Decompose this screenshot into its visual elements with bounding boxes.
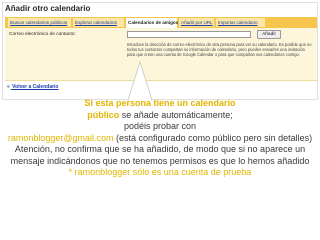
callout-note: * ramonblogger sólo es una cuenta de pru… [68, 167, 252, 177]
tab-browse-calendars[interactable]: Explorar calendarios [73, 18, 125, 27]
callout-line3: (está configurado como público pero sin … [113, 132, 313, 143]
info-text: Introduce la dirección de correo electró… [127, 42, 312, 57]
tab-bar: Buscar calendarios públicos Explorar cal… [5, 17, 317, 28]
add-calendar-panel: Añadir otro calendario Buscar calendario… [2, 2, 318, 100]
callout-warning: Atención, no confirma que se ha añadido,… [10, 144, 310, 166]
tab-import-calendar[interactable]: Importar calendario [216, 18, 266, 27]
callout: Si esta persona tiene un calendario públ… [6, 98, 314, 238]
tab-friends-calendars[interactable]: Calendarios de amigos [126, 18, 178, 28]
callout-line2: podéis probar con [123, 121, 197, 131]
back-to-calendar-link[interactable]: « Volver a Calendario [7, 84, 59, 90]
callout-intro: Si esta persona tiene un calendario públ… [6, 98, 314, 144]
callout-public-word: público [87, 109, 120, 120]
add-button[interactable]: Añadir [257, 30, 281, 39]
friends-calendar-content: Correo electrónico de contacto: Añadir I… [5, 28, 317, 81]
back-link-label: Volver a Calendario [12, 84, 59, 90]
tab-public-calendars[interactable]: Buscar calendarios públicos [8, 18, 72, 27]
tab-add-by-url[interactable]: Añadir por URL [179, 18, 215, 27]
back-arrow-icon: « [7, 84, 10, 90]
callout-line1-c: se añade automáticamente; [119, 109, 233, 120]
email-field-label: Correo electrónico de contacto: [9, 32, 76, 37]
email-field[interactable] [127, 31, 251, 38]
panel-title: Añadir otro calendario [5, 4, 91, 13]
callout-email: ramonblogger@gmail.com [7, 132, 114, 143]
callout-line1-a: Si esta persona tiene un calendario [84, 98, 236, 108]
